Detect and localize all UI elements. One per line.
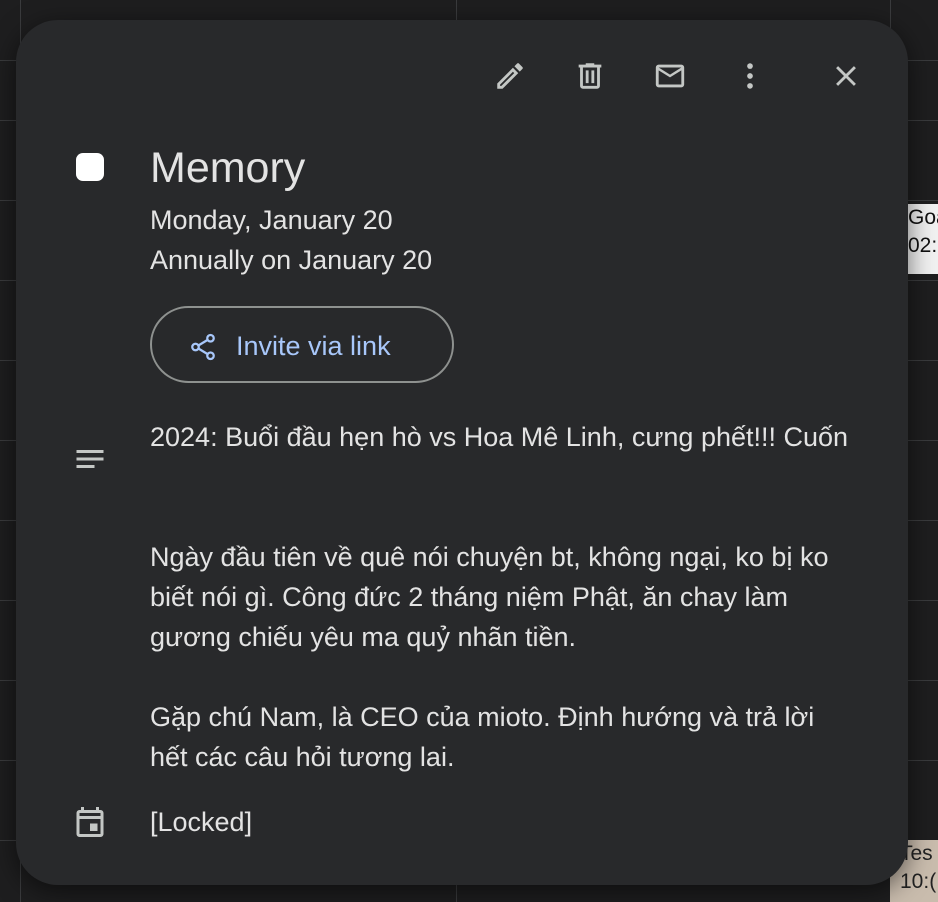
more-vert-icon	[747, 63, 753, 89]
close-icon	[836, 66, 856, 86]
event-description-line: hết các câu hỏi tương lai.	[150, 742, 455, 772]
event-title: Goa	[908, 206, 938, 229]
calendar-event-goal[interactable]: Goa 02:	[904, 204, 938, 274]
event-time: 10:(	[900, 870, 937, 893]
event-description-line: Ngày đầu tiên về quê nói chuyện bt, khôn…	[150, 542, 829, 572]
email-guests-button[interactable]	[646, 52, 694, 100]
share-icon	[191, 333, 215, 361]
delete-event-button[interactable]	[566, 52, 614, 100]
mail-icon	[655, 64, 685, 88]
event-description-line: gương chiếu yêu ma quỷ nhãn tiền.	[150, 622, 577, 652]
invite-via-link-button[interactable]: Invite via link	[150, 306, 454, 383]
event-details-popup: Memory Monday, January 20 Annually on Ja…	[16, 20, 908, 885]
close-button[interactable]	[822, 52, 870, 100]
calendar-icon	[76, 807, 104, 837]
event-description-line: 2024: Buổi đầu hẹn hò vs Hoa Mê Linh, cư…	[150, 422, 849, 452]
event-title: Memory	[150, 144, 306, 192]
event-time: 02:	[908, 234, 938, 257]
event-description-line: Gặp chú Nam, là CEO của mioto. Định hướn…	[150, 702, 815, 732]
description-icon	[76, 450, 104, 468]
calendar-name: [Locked]	[150, 807, 253, 837]
event-recurrence: Annually on January 20	[150, 245, 433, 275]
event-date: Monday, January 20	[150, 205, 393, 235]
more-options-button[interactable]	[726, 52, 774, 100]
invite-via-link-label: Invite via link	[236, 331, 391, 361]
edit-event-button[interactable]	[486, 52, 534, 100]
event-description-line: biết nói gì. Công đức 2 tháng niệm Phật,…	[150, 582, 788, 612]
event-color-swatch	[76, 153, 104, 181]
trash-icon	[578, 63, 602, 89]
pencil-icon	[497, 63, 523, 89]
